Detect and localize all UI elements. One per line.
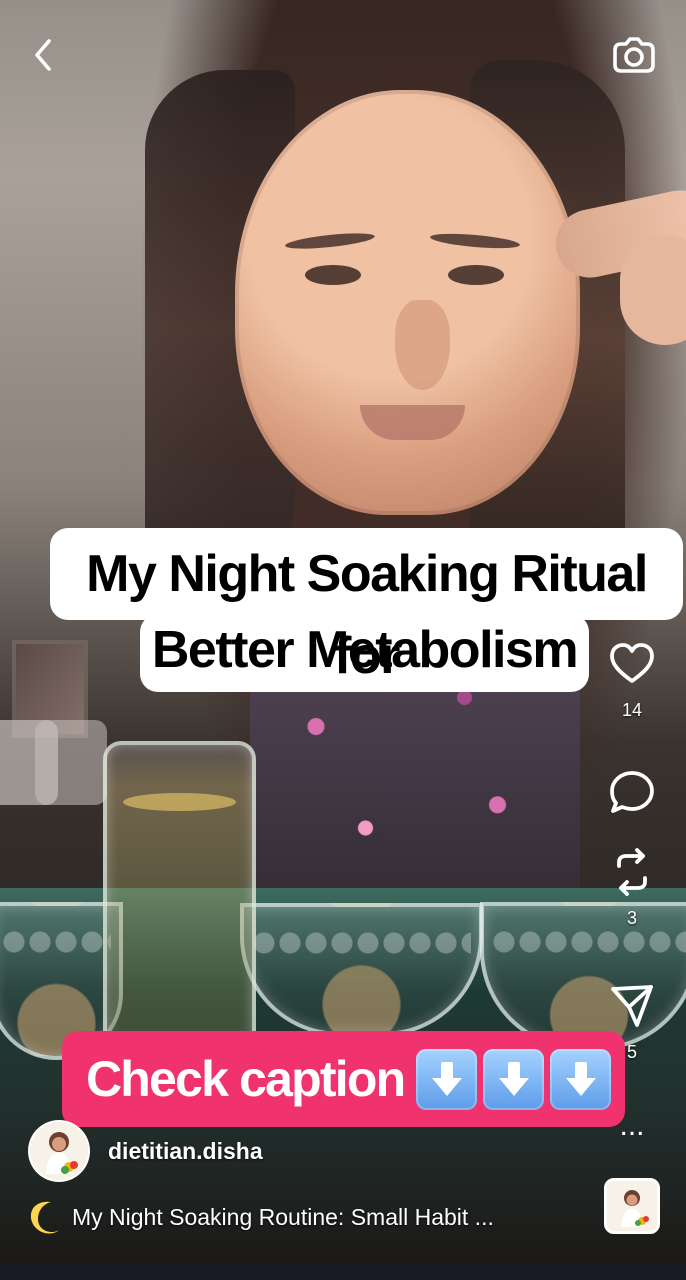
caption-preview-text: My Night Soaking Routine: Small Habit ..… (72, 1203, 494, 1230)
share-action: 5 (592, 982, 672, 1062)
camera-icon (613, 37, 655, 73)
reel-actions: 14 3 5 (592, 640, 672, 1140)
video-right-eye (448, 265, 504, 285)
down-arrow-icon (416, 1048, 478, 1110)
heart-icon[interactable] (608, 640, 656, 688)
headline-line-1: My Night Soaking Ritual for (50, 528, 683, 685)
profile-row: dietitian.disha (28, 1119, 448, 1183)
video-hand (620, 235, 686, 345)
video-headline: My Night Soaking Ritual for Better Metab… (50, 528, 683, 692)
video-nose (395, 300, 450, 390)
down-arrow-icon (483, 1048, 545, 1110)
audio-thumbnail[interactable] (604, 1178, 660, 1234)
video-left-eye (305, 265, 361, 285)
arrow-badge-group (416, 1048, 612, 1110)
check-caption-banner: Check caption (62, 1031, 625, 1127)
caption-preview-row[interactable]: My Night Soaking Routine: Small Habit ..… (28, 1197, 588, 1237)
like-action: 14 (592, 640, 672, 720)
moon-icon (30, 1201, 60, 1234)
username[interactable]: dietitian.disha (108, 1138, 263, 1165)
top-bar (0, 0, 686, 110)
reel-screen: My Night Soaking Ritual for Better Metab… (0, 0, 686, 1280)
glass-of-water (103, 741, 256, 1059)
background-mug (35, 720, 107, 805)
back-button[interactable] (24, 36, 62, 74)
comment-action (592, 768, 672, 816)
camera-button[interactable] (610, 30, 658, 78)
repost-count: 3 (626, 908, 637, 928)
avatar[interactable] (28, 1120, 90, 1182)
more-options-button[interactable]: ... (606, 1111, 658, 1141)
share-count: 5 (626, 1042, 637, 1062)
back-icon (35, 39, 51, 71)
send-icon[interactable] (608, 982, 656, 1030)
headline-line-2: Better Metabolism (140, 614, 589, 692)
repost-icon[interactable] (608, 848, 656, 896)
comment-icon[interactable] (608, 768, 656, 816)
repost-action: 3 (592, 848, 672, 928)
bottom-strip (0, 1264, 686, 1280)
check-caption-text: Check caption (86, 1051, 406, 1107)
like-count: 14 (621, 700, 643, 720)
